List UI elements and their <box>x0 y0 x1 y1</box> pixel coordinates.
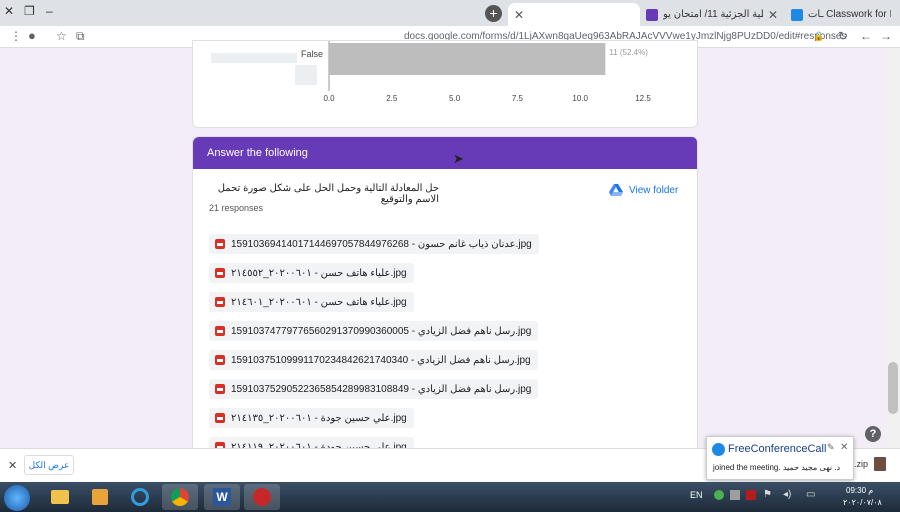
bar <box>329 43 606 75</box>
tray-volume-icon[interactable]: ◂) <box>783 489 791 500</box>
forward-icon[interactable]: ← <box>860 29 872 43</box>
tab-label: ـات Classwork for II <box>808 9 891 20</box>
file-item[interactable]: علياء هاتف حسن - ٢٠٢٠٠٦٠١_٢١٤٦٠١.jpg <box>209 292 414 312</box>
taskbar-conference-icon[interactable] <box>244 484 280 510</box>
minimize-window-icon[interactable]: – <box>46 4 53 18</box>
tab-label: المعادلات التفاضلية الجزئية 11/ امتحان ي… <box>663 9 763 20</box>
reload-icon[interactable]: ↻ <box>838 29 848 43</box>
pin-icon[interactable]: ✎ <box>827 442 835 453</box>
question-text: حل المعادلة التالية وحمل الحل على شكل صو… <box>217 183 439 205</box>
show-all-label: عرض الكل <box>28 460 70 470</box>
tab-forms[interactable]: المعادلات التفاضلية الجزئية 11/ امتحان ي… <box>640 3 785 26</box>
taskbar-ie-icon[interactable] <box>122 484 158 510</box>
file-name: 15910375290522365854289983108849 - رسل ن… <box>231 383 532 395</box>
file-name: 15910369414017144697057844976268 - عدنان… <box>231 238 532 250</box>
scrollbar-thumb[interactable] <box>888 362 898 414</box>
meeting-notification[interactable]: FreeConferenceCall ✎ ✕ joined the meetin… <box>706 436 854 480</box>
browser-tab-strip: + ✕ المعادلات التفاضلية الجزئية 11/ امتح… <box>0 0 900 26</box>
tray-pdf-icon[interactable] <box>746 490 756 500</box>
new-tab-button[interactable]: + <box>485 5 502 22</box>
file-name: 15910374779776560291370990360005 - رسل ن… <box>231 325 532 337</box>
file-item[interactable]: 15910375109991170234842621740340 - رسل ن… <box>209 350 538 370</box>
view-folder-button[interactable]: View folder <box>609 184 678 196</box>
image-file-icon <box>215 326 225 336</box>
tab-active[interactable]: ✕ <box>508 3 640 26</box>
image-file-icon <box>215 355 225 365</box>
menu-dots-icon[interactable]: ⋮ <box>10 29 22 43</box>
image-file-icon <box>215 413 225 423</box>
language-indicator[interactable]: EN <box>690 490 703 500</box>
image-file-icon <box>215 268 225 278</box>
file-item[interactable]: 15910375290522365854289983108849 - رسل ن… <box>209 379 539 399</box>
response-card: Answer the following ➤ حل المعادلة التال… <box>192 136 698 456</box>
file-item[interactable]: 15910369414017144697057844976268 - عدنان… <box>209 234 539 254</box>
taskbar-explorer-icon[interactable] <box>42 484 78 510</box>
tab-classwork[interactable]: ـات Classwork for II <box>785 3 897 26</box>
close-tab-icon[interactable]: ✕ <box>768 8 778 22</box>
file-item[interactable]: علياء هاتف حسن - ٢٠٢٠٠٦٠١_٢١٤٥٥٢.jpg <box>209 263 414 283</box>
x-tick-label: 0.0 <box>323 94 335 103</box>
google-drive-icon <box>609 184 623 196</box>
image-file-icon <box>215 297 225 307</box>
tray-flag-icon[interactable]: ⚑ <box>763 489 772 500</box>
close-tab-icon[interactable]: ✕ <box>514 8 524 22</box>
tray-monitor-icon[interactable]: ▭ <box>806 489 815 500</box>
bar-value-label: 11 (52.4%) <box>609 48 648 57</box>
start-button-icon[interactable] <box>4 485 30 511</box>
taskbar-media-player-icon[interactable] <box>82 484 118 510</box>
view-folder-label: View folder <box>629 184 679 196</box>
bookmark-star-icon[interactable]: ☆ <box>56 29 67 43</box>
taskbar-word-icon[interactable]: W <box>204 484 240 510</box>
download-file-name: .zip <box>854 459 869 469</box>
chart-card: False 11 (52.4%) 0.0 2.5 5.0 7.5 10.0 12.5 <box>192 40 698 128</box>
response-count: 21 responses <box>209 203 264 213</box>
question-header: Answer the following <box>193 137 697 169</box>
close-download-bar-icon[interactable]: ✕ <box>8 459 17 472</box>
tray-app-icon[interactable] <box>730 490 740 500</box>
x-tick-label: 10.0 <box>572 94 588 103</box>
x-tick-label: 12.5 <box>635 94 651 103</box>
file-item[interactable]: 15910374779776560291370990360005 - رسل ن… <box>209 321 539 341</box>
download-item[interactable]: .zip <box>854 457 887 471</box>
profile-icon[interactable]: ● <box>28 28 36 43</box>
clock-time[interactable]: 09:30 م <box>846 486 873 495</box>
close-window-icon[interactable]: ✕ <box>4 4 14 18</box>
forms-favicon-icon <box>646 8 658 21</box>
help-icon[interactable]: ? <box>865 426 881 442</box>
x-tick-label: 5.0 <box>449 94 461 103</box>
file-name: علياء هاتف حسن - ٢٠٢٠٠٦٠١_٢١٤٥٥٢.jpg <box>231 267 407 279</box>
image-file-icon <box>215 384 225 394</box>
x-tick-label: 2.5 <box>386 94 398 103</box>
restore-window-icon[interactable]: ❐ <box>24 4 35 18</box>
tray-network-icon[interactable] <box>714 490 724 500</box>
bar-chart: 11 (52.4%) 0.0 2.5 5.0 7.5 10.0 12.5 <box>323 41 651 103</box>
file-name: علي حسين جودة - ٢٠٢٠٠٦٠١_٢١٤١٣٥.jpg <box>231 412 407 424</box>
image-file-icon <box>215 239 225 249</box>
file-item[interactable]: علي حسين جودة - ٢٠٢٠٠٦٠١_٢١٤١٣٥.jpg <box>209 408 414 428</box>
lock-icon: 🔒 <box>813 31 825 41</box>
extension-icon[interactable]: ⧉ <box>76 29 85 44</box>
classroom-favicon-icon <box>791 8 803 21</box>
file-name: علياء هاتف حسن - ٢٠٢٠٠٦٠١_٢١٤٦٠١.jpg <box>231 296 407 308</box>
file-name: 15910375109991170234842621740340 - رسل ن… <box>231 354 531 366</box>
windows-taskbar: W EN ⚑ ◂) ▭ 09:30 م ٢٠٢٠/٠٧/٠٨ <box>0 482 900 512</box>
notification-title: FreeConferenceCall <box>728 443 827 455</box>
notification-message: joined the meeting. د. نهى مجيد حميد <box>713 463 841 472</box>
question-header-title: Answer the following <box>207 147 308 159</box>
zip-file-icon <box>874 457 887 471</box>
clock-date[interactable]: ٢٠٢٠/٠٧/٠٨ <box>843 498 882 507</box>
back-icon[interactable]: → <box>880 29 892 43</box>
conference-app-icon <box>712 443 725 456</box>
mouse-cursor-icon: ➤ <box>453 151 464 166</box>
show-all-button[interactable]: عرض الكل <box>24 455 74 475</box>
close-notification-icon[interactable]: ✕ <box>840 442 848 453</box>
taskbar-chrome-icon[interactable] <box>162 484 198 510</box>
x-tick-label: 7.5 <box>512 94 524 103</box>
